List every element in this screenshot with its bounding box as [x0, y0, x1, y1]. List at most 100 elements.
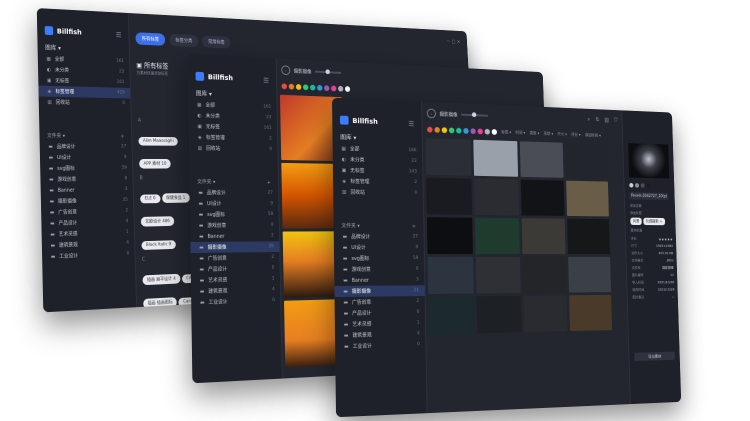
library-selector[interactable]: 图库 ▾ — [45, 43, 61, 52]
thumbnail[interactable] — [427, 217, 473, 254]
color-dot[interactable] — [324, 85, 329, 91]
color-swatch[interactable] — [629, 183, 633, 188]
tag-chip[interactable]: Alim Maassaghi — [138, 137, 178, 146]
filter-dropdown[interactable]: 评分 ▾ — [571, 132, 581, 138]
folder-item[interactable]: ▬ 品牌设计 27 — [190, 187, 279, 198]
color-dot[interactable] — [345, 86, 350, 92]
color-dot[interactable] — [470, 128, 475, 134]
thumbnail[interactable] — [523, 257, 567, 293]
nav-item-trash[interactable]: ▥ 回收站 0 — [189, 142, 278, 155]
thumbnail[interactable] — [428, 296, 474, 334]
folder-item[interactable]: ▬ svg图标 59 — [334, 253, 424, 264]
add-folder-icon[interactable]: + — [120, 133, 124, 139]
thumbnail[interactable] — [521, 180, 565, 216]
library-selector[interactable]: 图库 ▾ — [196, 88, 212, 97]
add-folder-icon[interactable]: + — [412, 223, 416, 229]
filter-dropdown[interactable]: 时间 ▾ — [515, 130, 525, 136]
thumbnail[interactable] — [477, 296, 522, 333]
thumbnail[interactable] — [565, 143, 608, 179]
inspector-tag[interactable]: 玩偶摄影 + — [643, 218, 665, 225]
color-dot[interactable] — [434, 127, 440, 133]
tag-tab[interactable]: 所有标签 — [135, 32, 165, 46]
filter-icon[interactable]: ⛉ — [614, 117, 618, 124]
inspector-tag[interactable]: 风景 — [630, 218, 642, 225]
color-dot[interactable] — [442, 127, 448, 133]
filter-dropdown[interactable]: 形状 ▾ — [544, 131, 554, 137]
thumbnail[interactable] — [426, 178, 472, 215]
filename-field[interactable]: Pexels-2042727_10(p) — [629, 192, 668, 200]
export-button[interactable]: 导出素材 — [634, 352, 675, 362]
color-dot[interactable] — [485, 129, 490, 135]
menu-icon[interactable]: ☰ — [408, 120, 414, 128]
thumbnail[interactable] — [522, 218, 566, 254]
layout-icon[interactable]: ▤ — [604, 117, 609, 124]
folder-item[interactable]: ▬ UI设计 9 — [190, 198, 279, 209]
color-swatch[interactable] — [635, 183, 639, 188]
folder-item[interactable]: ▬ svg图标 59 — [40, 163, 132, 174]
thumbnail[interactable] — [473, 140, 518, 177]
folder-item[interactable]: ▬ 游戏创意 0 — [334, 264, 424, 275]
color-dot[interactable] — [477, 129, 482, 135]
tag-chip[interactable]: 北欧设计 486 — [141, 216, 175, 226]
color-dot[interactable] — [463, 128, 468, 134]
tag-chip[interactable]: 插画 插画图标 — [143, 297, 177, 309]
back-icon[interactable]: ‹ — [427, 108, 436, 118]
sort-icon[interactable]: ⇅ — [595, 116, 599, 123]
tag-tab[interactable]: 常用标签 — [202, 35, 230, 48]
thumbnail[interactable] — [569, 295, 612, 331]
folder-item[interactable]: ▬ 品牌设计 27 — [334, 231, 424, 242]
search-icon[interactable]: ⌕ — [587, 116, 590, 123]
color-dot[interactable] — [289, 84, 294, 90]
color-swatch[interactable] — [646, 183, 650, 188]
thumbnail[interactable] — [568, 257, 611, 293]
nav-item-trash[interactable]: ▥ 回收站 0 — [39, 96, 131, 109]
folder-item[interactable]: ▬ Banner 3 — [334, 275, 424, 286]
thumbnail[interactable] — [428, 257, 474, 294]
folder-item[interactable]: ▬ 品牌设计 27 — [40, 141, 132, 152]
zoom-slider[interactable] — [315, 71, 341, 74]
zoom-slider[interactable] — [461, 114, 488, 117]
thumbnail[interactable] — [566, 181, 609, 217]
folder-item[interactable]: ▬ svg图标 59 — [190, 209, 279, 220]
folder-item[interactable]: ▬ 游戏创意 0 — [190, 220, 279, 231]
color-dot[interactable] — [303, 84, 308, 90]
preview-image[interactable] — [628, 143, 669, 178]
tag-chip[interactable]: ELE 0 — [140, 194, 160, 203]
library-selector[interactable]: 图库 ▾ — [340, 132, 356, 141]
folder-item[interactable]: ▬ 工业设计 0 — [191, 295, 280, 308]
nav-item-trash[interactable]: ▥ 回收站 0 — [333, 186, 423, 198]
folder-item[interactable]: ▬ 工业设计 0 — [335, 339, 425, 352]
filter-dropdown[interactable]: 尺寸 ▾ — [557, 131, 567, 137]
color-dot[interactable] — [492, 129, 497, 135]
add-folder-icon[interactable]: + — [267, 180, 271, 186]
folder-item[interactable]: ▬ Banner 3 — [190, 231, 279, 242]
tag-chip[interactable]: APP 素材 10 — [139, 159, 171, 169]
color-dot[interactable] — [282, 83, 287, 89]
color-dot[interactable] — [427, 127, 433, 133]
color-swatch[interactable] — [641, 183, 645, 188]
thumbnail[interactable] — [567, 219, 610, 254]
tag-tab[interactable]: 标签分类 — [169, 34, 198, 47]
filter-dropdown[interactable]: 类型 ▾ — [530, 130, 540, 136]
thumbnail[interactable] — [425, 138, 471, 176]
filter-dropdown[interactable]: 标签 ▾ — [501, 129, 511, 135]
thumbnail[interactable] — [476, 257, 521, 294]
color-dot[interactable] — [456, 128, 461, 134]
back-icon[interactable]: ‹ — [281, 65, 290, 75]
filter-dropdown[interactable]: 添加时间 ▾ — [585, 132, 601, 138]
folder-item[interactable]: ▬ UI设计 9 — [40, 152, 132, 163]
thumbnail[interactable] — [474, 179, 519, 216]
color-dot[interactable] — [338, 86, 343, 92]
color-dot[interactable] — [296, 84, 301, 90]
color-dot[interactable] — [449, 127, 455, 133]
tag-chip[interactable]: 保健食品 1 — [162, 193, 190, 203]
folder-item[interactable]: ▬ 工业设计 0 — [42, 248, 135, 262]
color-dot[interactable] — [317, 85, 322, 91]
tag-chip[interactable]: 插画 扁平设计 4 — [142, 274, 180, 285]
color-dot[interactable] — [331, 86, 336, 92]
menu-icon[interactable]: ☰ — [263, 77, 269, 85]
window-controls[interactable]: － ▢ ✕ — [446, 37, 460, 45]
folder-item[interactable]: ▬ UI设计 9 — [334, 242, 424, 253]
tag-chip[interactable]: Black Italic 9 — [141, 240, 175, 250]
thumbnail[interactable] — [475, 218, 520, 254]
